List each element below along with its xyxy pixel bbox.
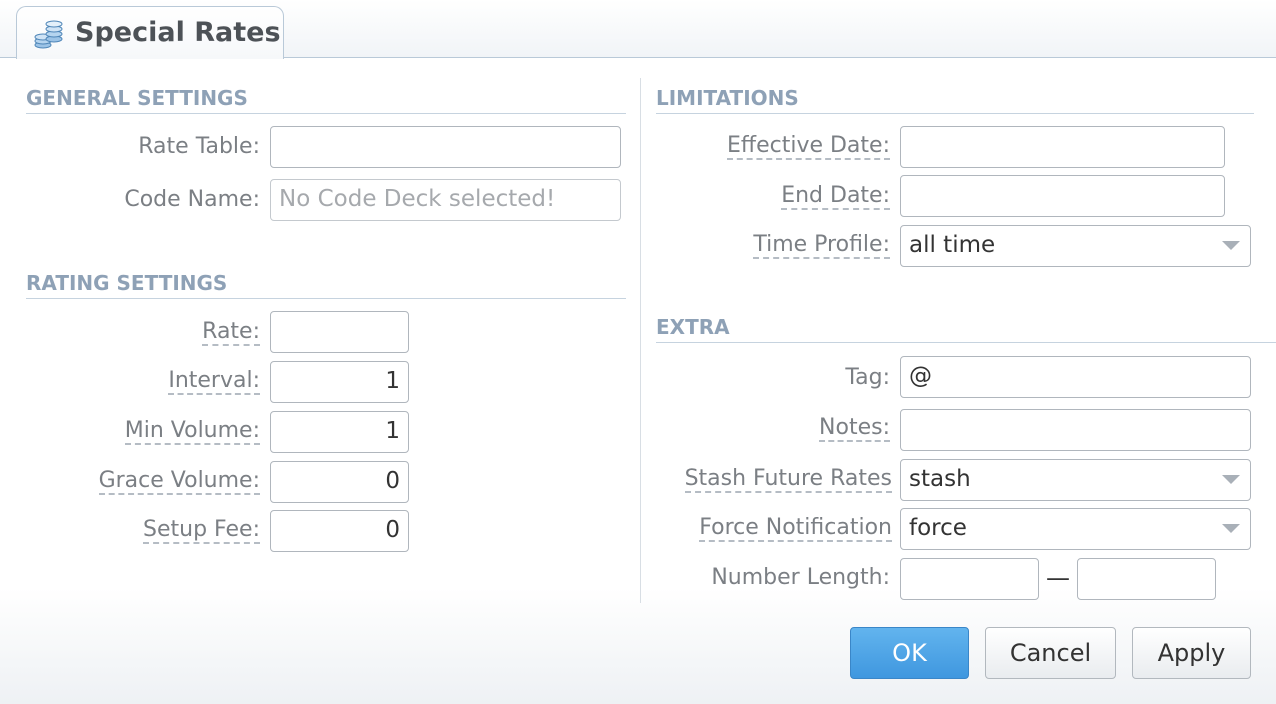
number-length-from-input[interactable] [900, 558, 1039, 600]
tag-label: Tag: [845, 365, 890, 390]
force-notification-select[interactable]: force [900, 508, 1251, 550]
code-name-input[interactable]: No Code Deck selected! [270, 179, 621, 221]
min-volume-input[interactable]: 1 [270, 411, 409, 453]
rate-table-input[interactable] [270, 126, 621, 168]
setup-fee-input[interactable]: 0 [270, 510, 409, 552]
coins-stack-icon [34, 20, 63, 49]
time-profile-label: Time Profile: [753, 232, 890, 259]
chevron-down-icon[interactable] [1222, 241, 1240, 250]
setup-fee-label: Setup Fee: [143, 517, 260, 544]
number-length-to-input[interactable] [1077, 558, 1216, 600]
column-divider [640, 78, 641, 603]
force-notification-value: force [909, 515, 967, 541]
stash-future-rates-select[interactable]: stash [900, 459, 1251, 501]
time-profile-select[interactable]: all time [900, 225, 1251, 267]
grace-volume-label: Grace Volume: [98, 468, 260, 495]
end-date-label: End Date: [781, 183, 890, 210]
effective-date-input[interactable] [900, 126, 1225, 168]
tab-strip: Special Rates [0, 0, 1276, 59]
tab-title: Special Rates [75, 17, 281, 48]
tag-input[interactable]: @ [900, 356, 1251, 398]
end-date-input[interactable] [900, 175, 1225, 217]
number-length-separator: — [1046, 564, 1070, 592]
force-notification-label: Force Notification [699, 515, 892, 542]
stash-future-rates-value: stash [909, 466, 971, 492]
notes-label: Notes: [819, 415, 890, 442]
rate-table-label: Rate Table: [138, 134, 260, 159]
section-general-settings: GENERAL SETTINGS [26, 86, 626, 114]
chevron-down-icon[interactable] [1222, 475, 1240, 484]
interval-input[interactable]: 1 [270, 361, 409, 403]
code-name-label: Code Name: [124, 187, 260, 212]
rate-label: Rate: [202, 319, 260, 346]
grace-volume-input[interactable]: 0 [270, 461, 409, 503]
notes-input[interactable] [900, 409, 1251, 451]
interval-label: Interval: [168, 368, 260, 395]
section-rating-settings: RATING SETTINGS [26, 271, 626, 299]
apply-button[interactable]: Apply [1132, 627, 1251, 679]
chevron-down-icon[interactable] [1222, 524, 1240, 533]
number-length-label: Number Length: [711, 565, 890, 590]
cancel-button[interactable]: Cancel [985, 627, 1116, 679]
min-volume-label: Min Volume: [124, 418, 260, 445]
time-profile-value: all time [909, 232, 996, 258]
tab-special-rates[interactable]: Special Rates [16, 6, 284, 59]
effective-date-label: Effective Date: [727, 133, 890, 160]
section-limitations: LIMITATIONS [656, 86, 1254, 114]
rate-input[interactable] [270, 311, 409, 353]
ok-button[interactable]: OK [850, 627, 969, 679]
section-extra: EXTRA [656, 315, 1276, 343]
stash-future-rates-label: Stash Future Rates [684, 466, 892, 493]
